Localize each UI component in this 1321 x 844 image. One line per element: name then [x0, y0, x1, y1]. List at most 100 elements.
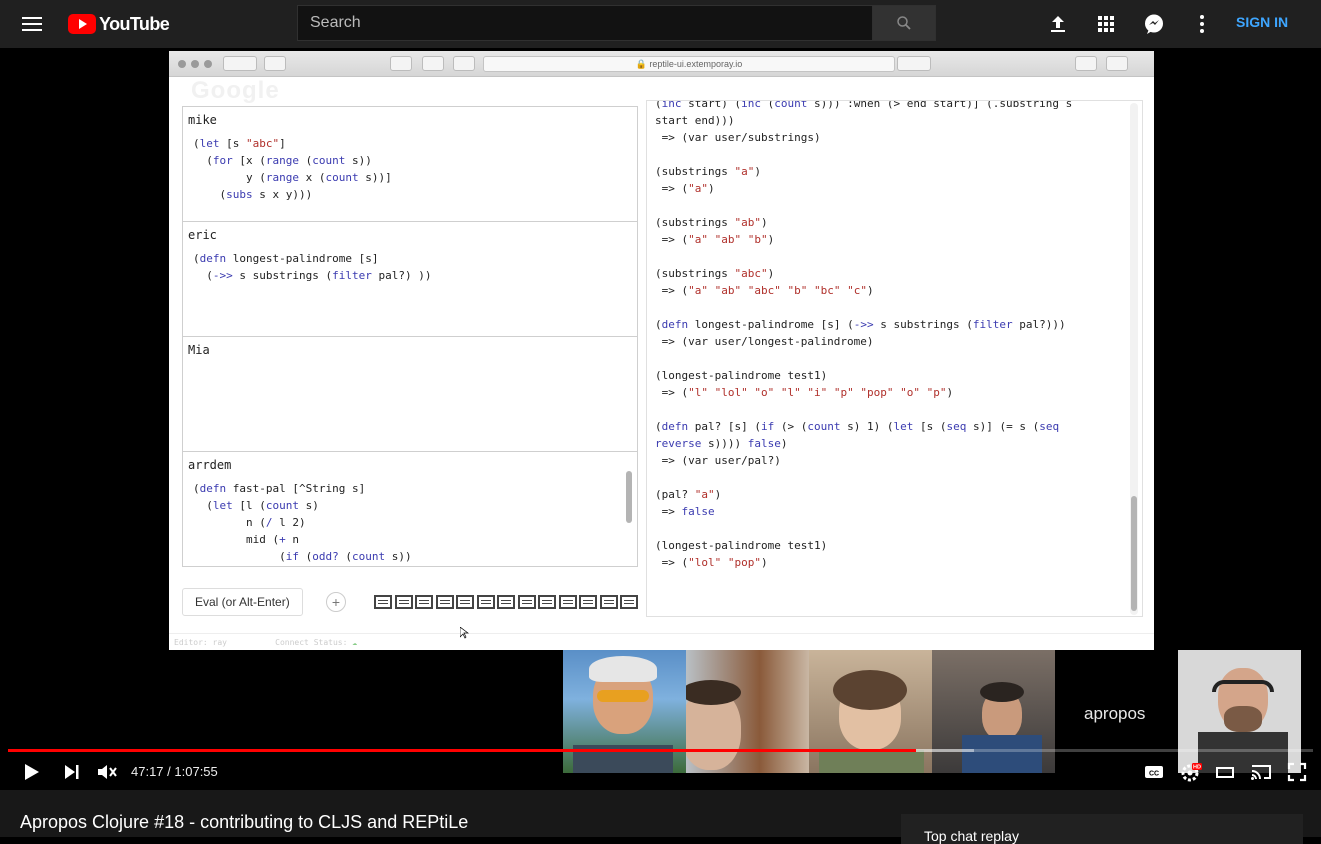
chat-bubble-icon[interactable]	[394, 595, 413, 609]
shield-icon	[453, 56, 475, 71]
fullscreen-icon[interactable]	[1286, 761, 1308, 783]
cloud-status-icon: ☁	[352, 638, 358, 647]
code-line: n (/ l 2)	[193, 516, 306, 529]
mute-icon[interactable]	[95, 761, 119, 783]
code-line: => false	[655, 505, 715, 518]
share-icon	[1075, 56, 1097, 71]
chat-bubble-icon[interactable]	[497, 595, 515, 609]
faded-logo: Google	[191, 77, 280, 104]
settings-gear-icon[interactable]: HD	[1179, 761, 1203, 783]
webcam-participant-3	[809, 650, 932, 773]
chat-bubble-icon[interactable]	[538, 595, 556, 609]
chat-replay-header[interactable]: Top chat replay	[901, 814, 1303, 844]
chat-bubble-icon[interactable]	[456, 595, 474, 609]
tabs-overview-icon	[1106, 56, 1128, 71]
chat-bubble-icon[interactable]	[620, 595, 638, 609]
repl-scrollbar-thumb[interactable]	[1131, 496, 1137, 611]
cell-author: arrdem	[188, 458, 232, 472]
code-line: mid (+ n	[193, 533, 299, 546]
play-icon[interactable]	[20, 761, 42, 783]
more-vert-icon[interactable]	[1190, 12, 1214, 36]
beard-shape	[1224, 706, 1262, 732]
webcam-participant-2	[686, 650, 809, 773]
repl-output-pane: (inc start) (inc (count s))) :when (> en…	[646, 100, 1143, 617]
code-line: (subs s x y)))	[193, 188, 313, 201]
code-line: (if (odd? (count s))	[193, 550, 412, 563]
cast-icon[interactable]	[1250, 761, 1272, 783]
code-line: (pal? "a")	[655, 488, 722, 501]
search-icon	[897, 16, 911, 30]
editor-cell-arrdem[interactable]: arrdem (defn fast-pal [^String s] (let […	[182, 451, 638, 567]
code-line: (substrings "a")	[655, 165, 761, 178]
cell-author: Mia	[188, 343, 210, 357]
code-line: (defn fast-pal [^String s]	[193, 482, 366, 495]
editor-cell-eric[interactable]: eric (defn longest-palindrome [s] (->> s…	[182, 221, 638, 337]
code-line: => ("a")	[655, 182, 715, 195]
code-line: => ("l" "lol" "o" "l" "i" "p" "pop" "o" …	[655, 386, 954, 399]
hamburger-menu-icon[interactable]	[20, 13, 44, 35]
subtitles-icon[interactable]: CC	[1143, 761, 1165, 783]
youtube-logo[interactable]: YouTube	[68, 13, 170, 35]
theater-mode-icon[interactable]	[1214, 761, 1236, 783]
youtube-logo-text: YouTube	[99, 13, 170, 34]
search-button[interactable]	[872, 5, 936, 41]
apps-grid-icon[interactable]	[1094, 12, 1118, 36]
eval-button[interactable]: Eval (or Alt-Enter)	[182, 588, 303, 616]
cell-author: eric	[188, 228, 217, 242]
code-line: (defn longest-palindrome [s]	[193, 252, 379, 265]
svg-text:CC: CC	[1149, 771, 1159, 778]
chat-bubble-icon[interactable]	[476, 595, 495, 609]
window-close-dot	[178, 60, 186, 68]
time-separator: /	[163, 764, 175, 779]
video-player[interactable]: 🔒 reptile-ui.extemporay.io Google mike (…	[0, 48, 1321, 790]
code-line: (for [x (range (count s))	[193, 154, 372, 167]
code-line: => ("lol" "pop")	[655, 556, 768, 569]
cell-code[interactable]: (defn longest-palindrome [s] (->> s subs…	[193, 250, 431, 284]
chat-bubble-icon[interactable]	[435, 595, 454, 609]
chat-bubble-icon[interactable]	[558, 595, 577, 609]
status-editor: Editor: ray	[174, 638, 227, 647]
screen-share-browser-window: 🔒 reptile-ui.extemporay.io Google mike (…	[169, 51, 1154, 650]
masthead: YouTube SIGN IN	[0, 0, 1321, 48]
webcam-participant-1	[563, 650, 686, 773]
add-cell-button[interactable]: +	[326, 592, 346, 612]
progress-bar[interactable]	[8, 749, 1313, 752]
editor-cell-mike[interactable]: mike (let [s "abc"] (for [x (range (coun…	[182, 106, 638, 222]
chat-bubble-icon[interactable]	[599, 595, 618, 609]
chat-bubble-icon[interactable]	[374, 595, 392, 609]
chat-bubble-icon[interactable]	[579, 595, 597, 609]
code-line: (defn pal? [s] (if (> (count s) 1) (let …	[655, 420, 1060, 433]
upload-icon[interactable]	[1046, 12, 1070, 36]
editor-cell-mia[interactable]: Mia	[182, 336, 638, 452]
text-size-icon	[897, 56, 931, 71]
code-line: => (var user/pal?)	[655, 454, 781, 467]
editor-scrollbar[interactable]	[626, 471, 632, 523]
webcam-participant-4	[932, 650, 1055, 773]
hair-shape	[833, 670, 907, 710]
code-line: (let [s "abc"]	[193, 137, 286, 150]
code-line: (substrings "abc")	[655, 267, 775, 280]
chat-bubble-icon[interactable]	[415, 595, 433, 609]
code-line: y (range x (count s))]	[193, 171, 392, 184]
helmet-shape	[589, 656, 657, 682]
search-input[interactable]	[298, 6, 872, 40]
next-icon[interactable]	[60, 761, 82, 783]
svg-text:HD: HD	[1193, 765, 1201, 771]
shirt-shape	[962, 735, 1042, 773]
code-line: (longest-palindrome test1)	[655, 539, 828, 552]
cell-code[interactable]: (let [s "abc"] (for [x (range (count s))…	[193, 135, 392, 203]
sign-in-button[interactable]: SIGN IN	[1236, 14, 1288, 30]
messages-icon[interactable]	[1142, 12, 1166, 36]
time-display: 47:17 / 1:07:55	[131, 764, 218, 779]
played-bar	[8, 749, 917, 752]
code-line: (let [l (count s)	[193, 499, 319, 512]
video-title: Apropos Clojure #18 - contributing to CL…	[20, 812, 469, 832]
chat-bubble-icon[interactable]	[517, 595, 536, 609]
cell-code[interactable]: (defn fast-pal [^String s] (let [l (coun…	[193, 480, 412, 565]
repl-output: (inc start) (inc (count s))) :when (> en…	[655, 101, 1072, 571]
status-bar: Editor: ray Connect Status: ☁	[169, 633, 1154, 650]
chat-replay-label[interactable]: Top chat replay	[924, 828, 1019, 844]
